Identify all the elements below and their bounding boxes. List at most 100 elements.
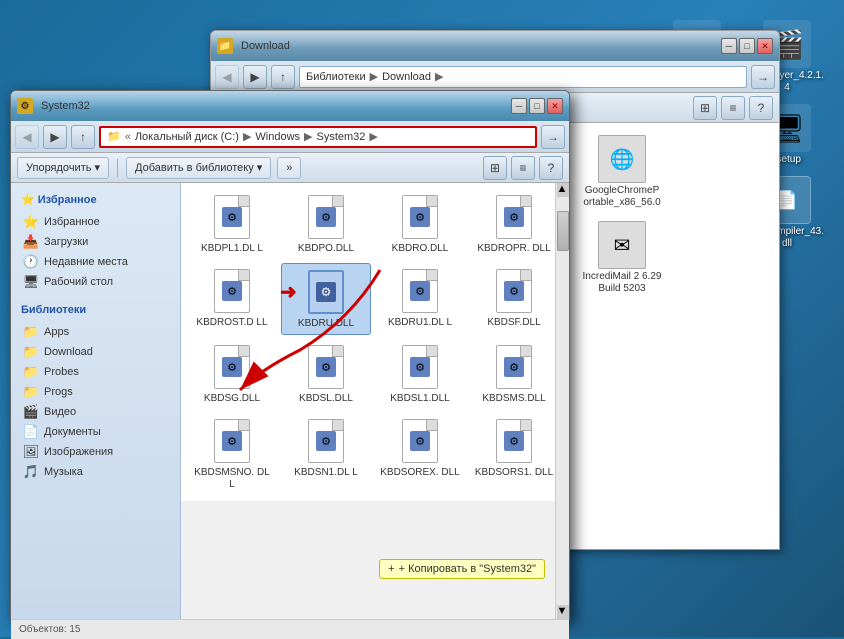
dll-icon-inner: ⚙ — [222, 357, 242, 377]
window-back-controls: ─ □ ✕ — [721, 38, 773, 54]
sidebar-label: Apps — [44, 326, 69, 338]
file-item[interactable]: ⚙ KBDSMS.DLL — [469, 339, 555, 409]
scroll-thumb[interactable] — [557, 211, 569, 251]
file-item[interactable]: ⚙ KBDRO.DLL — [375, 189, 465, 259]
file-icon-wrapper: ⚙ — [400, 343, 440, 391]
address-go-back[interactable]: → — [751, 65, 775, 89]
music-icon: 🎵 — [23, 464, 39, 480]
file-item[interactable]: ⚙ KBDSMSNO. DLL — [187, 413, 277, 495]
scroll-down[interactable]: ▼ — [557, 605, 569, 619]
sidebar-label: Музыка — [44, 466, 83, 478]
close-button-front[interactable]: ✕ — [547, 98, 563, 114]
file-item[interactable]: ⚙ KBDSOREX. DLL — [375, 413, 465, 495]
sidebar-item-progs[interactable]: 📁 Progs — [15, 382, 176, 402]
dll-icon: ⚙ — [496, 345, 532, 389]
minimize-button-front[interactable]: ─ — [511, 98, 527, 114]
dll-icon-inner: ⚙ — [504, 431, 524, 451]
close-button-back[interactable]: ✕ — [757, 38, 773, 54]
sidebar-item-apps[interactable]: 📁 Apps — [15, 322, 176, 342]
dll-icon-inner: ⚙ — [504, 281, 524, 301]
maximize-button-front[interactable]: □ — [529, 98, 545, 114]
forward-button-back[interactable]: ▶ — [243, 65, 267, 89]
file-item[interactable]: ⚙ KBDSG.DLL — [187, 339, 277, 409]
help-button-front[interactable]: ? — [539, 156, 563, 180]
sidebar-item-music[interactable]: 🎵 Музыка — [15, 462, 176, 482]
dll-icon-inner: ⚙ — [410, 207, 430, 227]
scrollbar-front[interactable]: ▲ ▼ — [555, 183, 569, 619]
dll-icon: ⚙ — [308, 345, 344, 389]
crumb-icon: 📁 — [107, 130, 121, 143]
copy-icon: + — [388, 563, 394, 575]
help-button-back[interactable]: ? — [749, 96, 773, 120]
view-icon-1[interactable]: ⊞ — [693, 96, 717, 120]
file-label: GoogleChromePortable_x86_56.0 — [582, 185, 662, 209]
address-bar-front[interactable]: 📁 « Локальный диск (C:) ▶ Windows ▶ Syst… — [99, 126, 537, 148]
sidebar-item-favorites[interactable]: ⭐ Избранное — [15, 212, 176, 232]
file-icon-wrapper: ⚙ — [212, 193, 252, 241]
sidebar-item-images[interactable]: 🖼 Изображения — [15, 442, 176, 462]
file-item[interactable]: ✉ IncrediMail 2 6.29 Build 5203 — [577, 217, 667, 299]
forward-button-front[interactable]: ▶ — [43, 125, 67, 149]
sidebar-item-desktop[interactable]: 🖥 Рабочий стол — [15, 272, 176, 292]
sidebar-item-video[interactable]: 🎬 Видео — [15, 402, 176, 422]
sidebar-item-downloads[interactable]: 📥 Загрузки — [15, 232, 176, 252]
add-library-button[interactable]: Добавить в библиотеку ▾ — [126, 157, 271, 179]
status-bar-front: Объектов: 15 — [11, 619, 569, 639]
file-icon-wrapper: ⚙ — [494, 267, 534, 315]
file-item[interactable]: 🌐 GoogleChromePortable_x86_56.0 — [577, 131, 667, 213]
dll-icon-inner: ⚙ — [504, 207, 524, 227]
sidebar-item-probes[interactable]: 📁 Probes — [15, 362, 176, 382]
file-label: KBDROST.D LL — [196, 317, 267, 329]
file-label: KBDSOREX. DLL — [380, 467, 459, 479]
sidebar-item-download[interactable]: 📁 Download — [15, 342, 176, 362]
sidebar-label: Недавние места — [44, 256, 128, 268]
crumb-3: System32 — [317, 131, 366, 143]
minimize-button-back[interactable]: ─ — [721, 38, 737, 54]
doc-icon: 📄 — [23, 424, 39, 440]
arrow-indicator: ➜ — [280, 280, 297, 305]
view-icon-front-1[interactable]: ⊞ — [483, 156, 507, 180]
window-body-front: ⭐ Избранное ⭐ Избранное 📥 Загрузки 🕐 Нед… — [11, 183, 569, 619]
file-item[interactable]: ⚙ KBDSL1.DLL — [375, 339, 465, 409]
address-go-front[interactable]: → — [541, 125, 565, 149]
maximize-button-back[interactable]: □ — [739, 38, 755, 54]
view-icon-2[interactable]: ≡ — [721, 96, 745, 120]
scroll-up[interactable]: ▲ — [557, 183, 569, 197]
star-icon: ⭐ — [23, 214, 39, 230]
file-grid-front: ⚙ KBDPL1.DL L ⚙ KBDPO.DLL — [181, 183, 555, 501]
status-text: Объектов: 15 — [19, 624, 81, 635]
dll-icon: ⚙ — [402, 195, 438, 239]
dll-icon: ⚙ — [496, 269, 532, 313]
file-item[interactable]: ⚙ KBDPL1.DL L — [187, 189, 277, 259]
file-item[interactable]: ⚙ KBDSN1.DL L — [281, 413, 371, 495]
more-button[interactable]: » — [277, 157, 301, 179]
file-item[interactable]: ⚙ KBDSL.DLL — [281, 339, 371, 409]
file-item-selected[interactable]: ⚙ ➜ KBDRU.DLL — [281, 263, 371, 335]
up-button-front[interactable]: ↑ — [71, 125, 95, 149]
file-item[interactable]: ⚙ KBDRU1.DL L — [375, 263, 465, 335]
back-button-back[interactable]: ◀ — [215, 65, 239, 89]
video-icon: 🎬 — [23, 404, 39, 420]
address-bar-back[interactable]: Библиотеки ▶ Download ▶ — [299, 66, 747, 88]
organize-button-front[interactable]: Упорядочить ▾ — [17, 157, 109, 179]
dll-icon: ⚙ — [308, 195, 344, 239]
dll-icon: ⚙ — [402, 345, 438, 389]
file-item[interactable]: ⚙ KBDROPR. DLL — [469, 189, 555, 259]
file-item[interactable]: ⚙ KBDROST.D LL — [187, 263, 277, 335]
back-button-front[interactable]: ◀ — [15, 125, 39, 149]
file-label: KBDPL1.DL L — [201, 243, 263, 255]
copy-tooltip: + + Копировать в "System32" — [379, 559, 545, 579]
file-item[interactable]: ⚙ KBDPO.DLL — [281, 189, 371, 259]
view-icon-front-2[interactable]: ≡ — [511, 156, 535, 180]
breadcrumb-libraries: Библиотеки — [306, 71, 366, 83]
sidebar-item-documents[interactable]: 📄 Документы — [15, 422, 176, 442]
file-item[interactable]: ⚙ KBDSORS1. DLL — [469, 413, 555, 495]
sidebar-label: Избранное — [44, 216, 100, 228]
sidebar-item-recent[interactable]: 🕐 Недавние места — [15, 252, 176, 272]
file-item[interactable]: ⚙ KBDSF.DLL — [469, 263, 555, 335]
window-front-controls: ─ □ ✕ — [511, 98, 563, 114]
file-label: KBDSL1.DLL — [390, 393, 449, 405]
dll-icon-inner: ⚙ — [222, 431, 242, 451]
dll-icon: ⚙ — [496, 195, 532, 239]
up-button-back[interactable]: ↑ — [271, 65, 295, 89]
